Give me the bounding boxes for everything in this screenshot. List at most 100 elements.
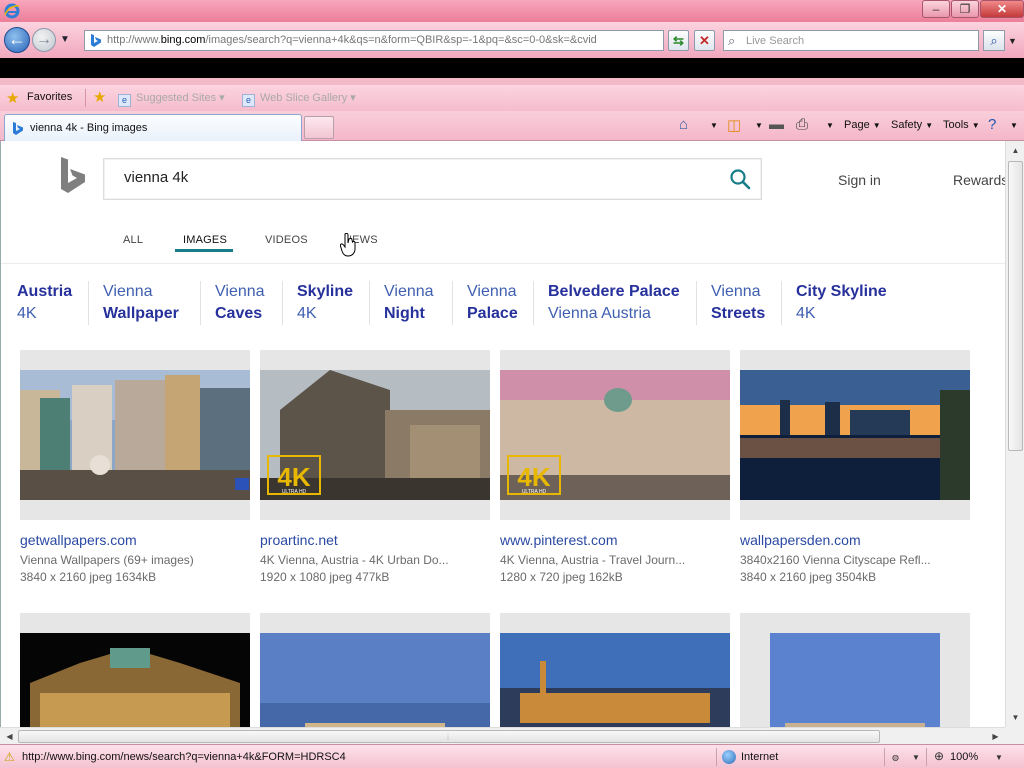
image-result-7[interactable] [500,613,730,727]
search-icon[interactable] [729,168,751,190]
result-thumbnail [20,370,250,500]
related-search-austria-4k[interactable]: Austria 4K [17,281,72,325]
recent-pages-dropdown[interactable]: ▼ [60,34,70,45]
related-search-vienna-streets[interactable]: Vienna Streets [711,281,765,325]
forward-button[interactable]: → [32,28,56,52]
image-result-4[interactable] [740,350,970,520]
address-bar[interactable]: http://www.bing.com/images/search?q=vien… [84,30,664,51]
bing-logo-icon[interactable] [59,157,87,195]
search-query: vienna 4k [124,169,189,186]
print-icon[interactable]: ⎙ [796,116,808,133]
active-scope-underline [175,249,233,252]
result-3-meta: 1280 x 720 jpeg 162kB [500,570,623,584]
result-1-site[interactable]: getwallpapers.com [20,532,137,548]
window-titlebar: – ❐ ✕ [0,0,1024,22]
favorites-button[interactable]: Favorites [27,91,72,103]
horizontal-scrollbar[interactable]: ◀ ⦙ ▶ [0,727,1005,744]
4k-badge: 4K [517,462,550,492]
back-button[interactable]: ← [4,27,30,53]
tab-bing-images[interactable]: vienna 4k - Bing images [4,114,302,141]
result-4-site[interactable]: wallpapersden.com [740,532,861,548]
navigation-bar: ← → ▼ http://www.bing.com/images/search?… [0,22,1024,58]
read-mail-icon[interactable]: ▬ [769,116,784,133]
ultra-hd-label: ULTRA HD [282,489,307,495]
result-1-meta: 3840 x 2160 jpeg 1634kB [20,570,157,584]
result-thumbnail [770,633,940,727]
scroll-right-arrow[interactable]: ▶ [988,729,1003,744]
result-3-site[interactable]: www.pinterest.com [500,532,617,548]
image-result-2[interactable]: 4K ULTRA HD [260,350,490,520]
security-zone[interactable]: Internet [741,751,778,763]
zoom-level[interactable]: 100% [950,751,978,763]
refresh-button[interactable]: ⇆ [668,30,689,51]
image-result-3[interactable]: 4K ULTRA HD [500,350,730,520]
home-icon[interactable]: ⌂ [679,116,688,133]
restore-button[interactable]: ❐ [951,0,979,18]
internet-zone-icon [722,750,736,764]
scroll-left-arrow[interactable]: ◀ [2,729,17,744]
zoom-dropdown[interactable]: ▼ [995,753,1003,762]
search-go-button[interactable]: ⌕ [983,30,1005,51]
result-2-site[interactable]: proartinc.net [260,532,338,548]
scroll-up-arrow[interactable]: ▲ [1008,143,1023,158]
zoom-icon[interactable]: ⊕ [934,749,944,763]
live-search-box[interactable]: ⌕ Live Search [723,30,979,51]
feeds-dropdown[interactable]: ▼ [752,119,763,131]
result-3-title: 4K Vienna, Austria - Travel Journ... [500,553,686,567]
related-search-skyline-4k[interactable]: Skyline 4K [297,281,353,325]
page-menu[interactable]: Page ▼ [844,119,881,131]
tab-row: vienna 4k - Bing images ⌂ ▼ ◫ ▼ ▬ ⎙ ▼ Pa… [0,111,1024,141]
scroll-down-arrow[interactable]: ▼ [1008,710,1023,725]
image-result-8[interactable] [740,613,970,727]
suggested-sites-link[interactable]: e Suggested Sites ▾ [118,91,225,107]
result-thumbnail [500,633,730,727]
horizontal-scroll-thumb[interactable]: ⦙ [18,730,880,743]
minimize-button[interactable]: – [922,0,950,18]
bing-favicon-icon [13,122,23,135]
home-dropdown[interactable]: ▼ [707,119,718,131]
help-icon[interactable]: ? [988,116,996,133]
feeds-icon[interactable]: ◫ [727,116,741,134]
result-2-meta: 1920 x 1080 jpeg 477kB [260,570,390,584]
page-content: vienna 4k Sign in Rewards ALL IMAGES VID… [0,141,1024,727]
tools-menu[interactable]: Tools ▼ [943,119,980,131]
close-window-button[interactable]: ✕ [980,0,1024,18]
related-search-vienna-night[interactable]: Vienna Night [384,281,434,325]
help-dropdown[interactable]: ▼ [1007,119,1018,131]
image-result-1[interactable] [20,350,250,520]
favorites-bar: ★ Favorites ★ e Suggested Sites ▾ e Web Sl… [0,85,1024,111]
internet-explorer-icon [4,3,20,19]
bing-search-box[interactable]: vienna 4k [103,158,762,200]
related-search-vienna-caves[interactable]: Vienna Caves [215,281,265,325]
safety-menu[interactable]: Safety ▼ [891,119,933,131]
add-to-favorites-bar-icon[interactable]: ★ [93,88,106,106]
scope-all[interactable]: ALL [123,234,143,246]
new-tab-button[interactable] [304,116,334,139]
related-search-vienna-palace[interactable]: Vienna Palace [467,281,518,325]
vertical-scroll-thumb[interactable] [1008,161,1023,451]
page-icon: e [242,94,255,107]
live-search-placeholder: Live Search [746,35,805,47]
vertical-scrollbar[interactable]: ▲ ▼ [1005,141,1024,727]
image-result-5[interactable] [20,613,250,727]
scope-images[interactable]: IMAGES [183,234,227,246]
scope-videos[interactable]: VIDEOS [265,234,308,246]
related-search-belvedere-palace[interactable]: Belvedere Palace Vienna Austria [548,281,680,325]
web-slice-gallery-link[interactable]: e Web Slice Gallery ▾ [242,91,356,107]
related-search-vienna-wallpaper[interactable]: Vienna Wallpaper [103,281,179,325]
rewards-link[interactable]: Rewards [953,172,1008,188]
related-search-city-skyline[interactable]: City Skyline 4K [796,281,887,325]
tab-title: vienna 4k - Bing images [30,122,148,134]
print-dropdown[interactable]: ▼ [823,119,834,131]
result-thumbnail [740,370,970,500]
protected-mode-icon[interactable]: ◍ [892,753,899,762]
protected-mode-dropdown[interactable]: ▼ [912,753,920,762]
search-options-dropdown[interactable]: ▼ [1008,36,1017,46]
address-url: http://www.bing.com/images/search?q=vien… [107,34,597,46]
result-1-title: Vienna Wallpapers (69+ images) [20,553,194,567]
favorites-star-icon[interactable]: ★ [6,89,19,107]
stop-button[interactable]: ✕ [694,30,715,51]
sign-in-link[interactable]: Sign in [838,172,881,188]
image-result-6[interactable] [260,613,490,727]
result-thumbnail: 4K ULTRA HD [260,370,490,500]
